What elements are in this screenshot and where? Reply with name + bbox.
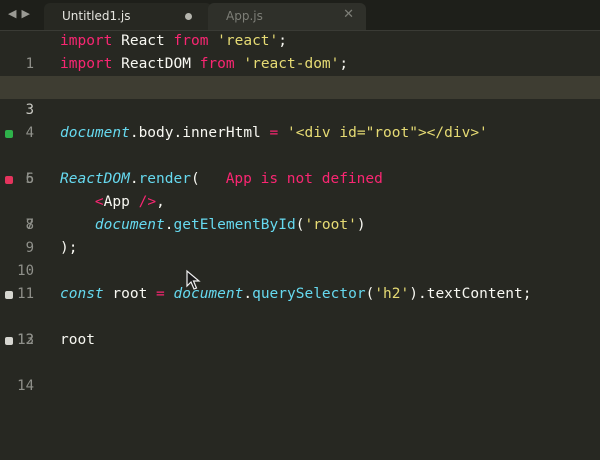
nav-arrows[interactable]: ◀▶ bbox=[8, 7, 35, 20]
code-editor[interactable]: 1 import React from 'react'; 2 import Re… bbox=[0, 30, 600, 460]
function-name: querySelector bbox=[252, 286, 366, 302]
chevron-right-icon[interactable]: ▶ bbox=[21, 7, 34, 20]
operator: = bbox=[156, 286, 165, 302]
code-line[interactable]: 14 root bbox=[0, 329, 600, 394]
punctuation: . bbox=[164, 217, 174, 233]
punctuation: , bbox=[156, 194, 165, 210]
punctuation: ; bbox=[278, 33, 287, 49]
keyword: from bbox=[173, 33, 209, 49]
code-line[interactable]: 7 ReactDOM.render(App is not defined bbox=[0, 168, 600, 233]
close-icon[interactable]: ✕ bbox=[343, 7, 354, 22]
identifier: document bbox=[60, 125, 130, 141]
error-marker-icon bbox=[5, 176, 13, 184]
string-literal: 'root' bbox=[304, 217, 357, 233]
mouse-cursor-icon bbox=[186, 269, 201, 290]
modified-dot-icon[interactable] bbox=[185, 13, 192, 20]
punctuation: . bbox=[243, 286, 253, 302]
identifier: root bbox=[60, 332, 95, 348]
punctuation: ); bbox=[60, 240, 78, 256]
code-line[interactable]: 2 import ReactDOM from 'react-dom'; bbox=[0, 53, 600, 95]
string-literal: 'react' bbox=[217, 33, 279, 49]
code-line-current[interactable]: 3 bbox=[0, 76, 600, 118]
tab-app-js[interactable]: App.js ✕ bbox=[208, 3, 366, 30]
punctuation: . bbox=[129, 171, 139, 187]
punctuation: ) bbox=[356, 217, 366, 233]
keyword: import bbox=[60, 56, 113, 72]
identifier: document bbox=[94, 217, 165, 233]
code-line[interactable]: 5 document.body.innerHtml = '<div id="ro… bbox=[0, 122, 600, 187]
code-line[interactable]: 6 bbox=[0, 145, 600, 187]
code-line[interactable]: 9 document.getElementById('root') bbox=[0, 214, 600, 256]
function-name: render bbox=[138, 171, 191, 187]
string-literal: '<div id="root"></div>' bbox=[287, 125, 488, 141]
tab-bar: ◀▶ Untitled1.js App.js ✕ bbox=[0, 0, 600, 31]
punctuation: ( bbox=[190, 171, 200, 187]
code-line[interactable]: 8 <App />, bbox=[0, 191, 600, 233]
string-literal: 'h2' bbox=[374, 286, 410, 302]
jsx-bracket: < bbox=[94, 194, 104, 210]
code-line[interactable]: 4 bbox=[0, 99, 600, 141]
operator: = bbox=[269, 125, 279, 141]
code-line[interactable]: 1 import React from 'react'; bbox=[0, 30, 600, 72]
code-line[interactable]: 12 const root = document.querySelector('… bbox=[0, 283, 600, 348]
error-message: App is not defined bbox=[225, 171, 383, 187]
code-line[interactable]: 10 ); bbox=[0, 237, 600, 279]
punctuation: ; bbox=[339, 56, 349, 72]
chevron-left-icon[interactable]: ◀ bbox=[8, 7, 21, 20]
identifier: React bbox=[112, 33, 174, 49]
keyword: import bbox=[60, 33, 113, 49]
jsx-bracket: /> bbox=[129, 194, 157, 210]
tab-label: Untitled1.js bbox=[62, 9, 131, 23]
member-access: ).textContent; bbox=[409, 286, 532, 302]
code-line[interactable]: 13 bbox=[0, 306, 600, 348]
tab-untitled1[interactable]: Untitled1.js bbox=[44, 3, 212, 30]
keyword: const bbox=[60, 286, 104, 302]
function-name: getElementById bbox=[173, 217, 296, 233]
tab-label: App.js bbox=[226, 9, 263, 23]
line-marker-icon bbox=[5, 291, 13, 299]
added-line-marker-icon bbox=[5, 130, 13, 138]
line-number: 14 bbox=[17, 378, 34, 394]
identifier: ReactDOM bbox=[112, 56, 200, 72]
jsx-component: App bbox=[103, 194, 130, 210]
identifier: ReactDOM bbox=[60, 171, 130, 187]
identifier: root bbox=[103, 286, 157, 302]
member-access: .body.innerHtml bbox=[129, 125, 270, 141]
code-line[interactable]: 11 bbox=[0, 260, 600, 302]
keyword: from bbox=[199, 56, 235, 72]
string-literal: 'react-dom' bbox=[243, 56, 340, 72]
identifier: document bbox=[173, 286, 244, 302]
line-marker-icon bbox=[5, 337, 13, 345]
